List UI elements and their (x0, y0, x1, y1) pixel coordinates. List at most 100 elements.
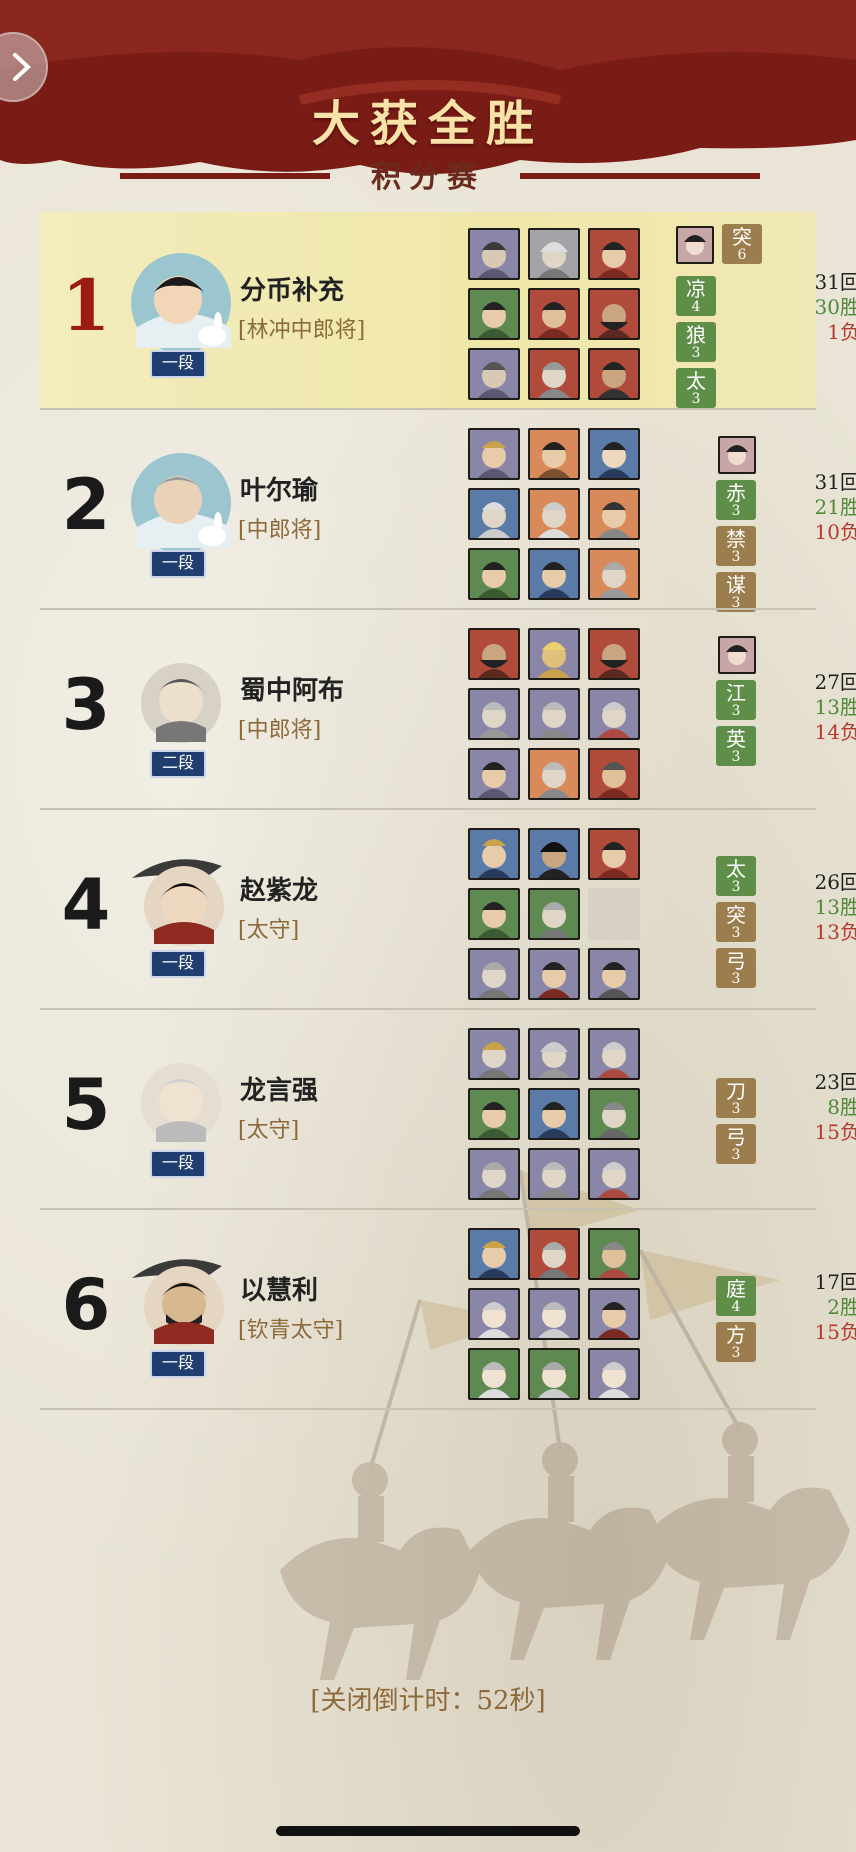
hero-portrait[interactable] (468, 748, 520, 800)
hero-portrait[interactable] (468, 1288, 520, 1340)
hero-portrait[interactable] (588, 628, 640, 680)
player-avatar[interactable] (126, 848, 236, 958)
ranking-row[interactable]: 2 一段 叶尔瑜 [中郎将] 赤3 禁3 谋3 31回 21胜 10负 (40, 412, 856, 612)
hero-portrait[interactable] (528, 948, 580, 1000)
player-avatar[interactable] (126, 1248, 236, 1358)
faction-tag: 太3 (716, 856, 756, 896)
hero-portrait[interactable] (588, 748, 640, 800)
hero-portrait[interactable] (528, 828, 580, 880)
hero-portrait[interactable] (468, 688, 520, 740)
ranking-row[interactable]: 6 一段 以慧利 [钦青太守] 庭4 方3 17回 2胜 15负 (40, 1212, 856, 1410)
hero-portrait[interactable] (468, 1088, 520, 1140)
hero-portrait[interactable] (468, 288, 520, 340)
dan-badge: 一段 (150, 950, 206, 978)
hero-portrait[interactable] (468, 428, 520, 480)
home-indicator[interactable] (276, 1826, 580, 1836)
rank-number: 2 (61, 464, 111, 546)
player-name: 叶尔瑜 (240, 476, 319, 506)
losses-count: 13负 (814, 920, 856, 944)
hero-portrait[interactable] (588, 1148, 640, 1200)
hero-portrait[interactable] (588, 548, 640, 600)
hero-portrait[interactable] (528, 1148, 580, 1200)
hero-portrait[interactable] (528, 1088, 580, 1140)
hero-portrait[interactable] (588, 488, 640, 540)
faction-tag: 庭4 (716, 1276, 756, 1316)
player-title: [太守] (238, 918, 300, 943)
hero-portrait[interactable] (528, 288, 580, 340)
faction-tags: 江3 英3 (676, 624, 756, 804)
hero-portrait[interactable] (528, 628, 580, 680)
hero-portrait[interactable] (588, 1028, 640, 1080)
hero-portrait[interactable] (588, 288, 640, 340)
hero-portrait[interactable] (468, 348, 520, 400)
hero-portrait[interactable] (588, 1088, 640, 1140)
hero-mini-portrait[interactable] (676, 226, 714, 264)
hero-portrait[interactable] (588, 948, 640, 1000)
hero-lineup-grid (468, 1028, 642, 1202)
hero-portrait[interactable] (588, 1288, 640, 1340)
hero-portrait[interactable] (528, 1348, 580, 1400)
hero-portrait[interactable] (468, 1348, 520, 1400)
hero-lineup-grid (468, 1228, 642, 1402)
row-divider (40, 1208, 816, 1210)
hero-portrait[interactable] (528, 1028, 580, 1080)
player-avatar[interactable] (126, 448, 236, 558)
hero-portrait[interactable] (588, 428, 640, 480)
hero-portrait[interactable] (468, 488, 520, 540)
hero-portrait[interactable] (528, 488, 580, 540)
player-name: 赵紫龙 (240, 876, 319, 906)
hero-portrait[interactable] (528, 428, 580, 480)
losses-count: 10负 (814, 520, 856, 544)
hero-portrait[interactable] (588, 828, 640, 880)
hero-mini-portrait[interactable] (718, 436, 756, 474)
hero-portrait[interactable] (468, 948, 520, 1000)
hero-portrait[interactable] (468, 1148, 520, 1200)
hero-mini-portrait[interactable] (718, 636, 756, 674)
player-avatar[interactable] (126, 648, 236, 758)
hero-portrait[interactable] (588, 1228, 640, 1280)
hero-portrait[interactable] (468, 1228, 520, 1280)
player-avatar[interactable] (126, 1048, 236, 1158)
faction-tag: 赤3 (716, 480, 756, 520)
hero-lineup-grid (468, 228, 642, 402)
hero-portrait[interactable] (468, 548, 520, 600)
hero-portrait[interactable] (528, 748, 580, 800)
ranking-row[interactable]: 1 一段 分币补充 [林冲中郎将] 突6 凉4 狼3 太3 31回 30胜 1负 (40, 212, 856, 410)
hero-portrait[interactable] (468, 1028, 520, 1080)
rounds-count: 31回 (814, 270, 856, 294)
hero-portrait[interactable] (588, 228, 640, 280)
hero-portrait[interactable] (528, 348, 580, 400)
dan-badge: 一段 (150, 550, 206, 578)
hero-portrait[interactable] (468, 888, 520, 940)
hero-portrait[interactable] (468, 228, 520, 280)
losses-count: 15负 (814, 1120, 856, 1144)
rounds-count: 17回 (814, 1270, 856, 1294)
faction-tag: 太3 (676, 368, 716, 408)
player-title: [林冲中郎将] (238, 318, 366, 343)
rank-number: 5 (61, 1064, 111, 1146)
hero-portrait[interactable] (528, 688, 580, 740)
hero-portrait[interactable] (588, 1348, 640, 1400)
ranking-row[interactable]: 4 一段 赵紫龙 [太守] 太3 突3 弓3 26回 13胜 13负 (40, 812, 856, 1010)
rounds-count: 27回 (814, 670, 856, 694)
hero-portrait[interactable] (468, 828, 520, 880)
empty-hero-slot[interactable] (588, 888, 640, 940)
ranking-row[interactable]: 3 二段 蜀中阿布 [中郎将] 江3 英3 27回 13胜 14负 (40, 612, 856, 810)
match-stats: 31回 30胜 1负 (760, 270, 856, 345)
hero-portrait[interactable] (528, 548, 580, 600)
hero-portrait[interactable] (528, 228, 580, 280)
faction-tag: 弓3 (716, 948, 756, 988)
player-name: 蜀中阿布 (240, 676, 345, 706)
hero-portrait[interactable] (588, 348, 640, 400)
player-avatar[interactable] (126, 248, 236, 358)
hero-portrait[interactable] (468, 628, 520, 680)
hero-portrait[interactable] (588, 688, 640, 740)
hero-portrait[interactable] (528, 1228, 580, 1280)
faction-tag: 刀3 (716, 1078, 756, 1118)
hero-portrait[interactable] (528, 888, 580, 940)
faction-tags: 突6 凉4 狼3 太3 (676, 224, 762, 408)
row-divider (40, 1008, 816, 1010)
ranking-row[interactable]: 5 一段 龙言强 [太守] 刀3 弓3 23回 8胜 15负 (40, 1012, 856, 1210)
wins-count: 13胜 (814, 895, 856, 919)
hero-portrait[interactable] (528, 1288, 580, 1340)
